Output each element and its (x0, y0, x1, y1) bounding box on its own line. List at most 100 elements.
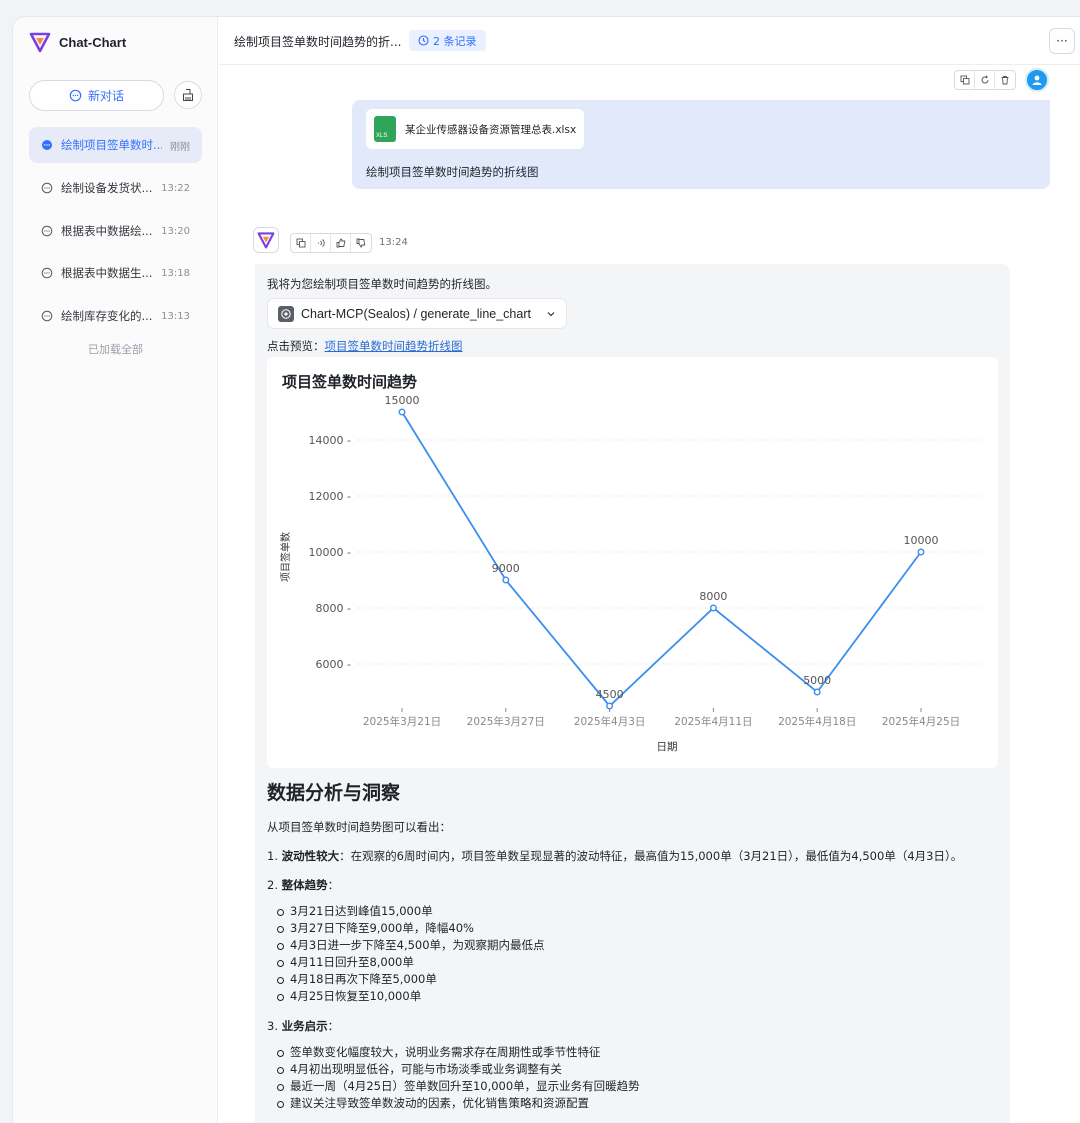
list-item: 3月21日达到峰值15,000单 (277, 903, 987, 920)
excel-file-icon: XLS (374, 116, 396, 142)
point-title: 整体趋势 (281, 878, 328, 892)
history-title: 根据表中数据生... (61, 266, 153, 280)
chat-bubble-icon (41, 267, 53, 279)
assistant-avatar (253, 227, 279, 253)
list-item: 建议关注导致签单数波动的因素，优化销售策略和资源配置 (277, 1095, 987, 1112)
data-points: 15000 9000 4500 8000 5000 10000 (385, 394, 939, 710)
broom-icon (183, 89, 193, 101)
header: 绘制项目签单数时间趋势的折... 2 条记录 ··· (219, 17, 1080, 65)
assistant-message: 我将为您绘制项目签单数时间趋势的折线图。 Chart-MCP(Sealos) /… (255, 264, 1010, 1123)
app-logo: Chat-Chart (29, 31, 126, 53)
assistant-timestamp: 13:24 (379, 237, 408, 248)
history-item[interactable]: 根据表中数据生... 13:18 (29, 255, 202, 291)
analysis-heading: 数据分析与洞察 (267, 782, 401, 804)
preview-line: 点击预览：项目签单数时间趋势折线图 (267, 338, 463, 354)
chat-bubble-icon (41, 182, 53, 194)
history-time: 13:22 (161, 182, 190, 194)
y-axis-label: 项目签单数 (279, 532, 292, 582)
data-label: 10000 (904, 534, 939, 547)
more-options-button[interactable]: ··· (1049, 28, 1075, 54)
dislike-button[interactable] (351, 234, 371, 252)
history-time: 刚刚 (170, 141, 190, 153)
x-tick-label: 2025年3月27日 (467, 715, 545, 728)
point-number: 3. (267, 1019, 282, 1033)
history-item[interactable]: 绘制设备发货状... 13:22 (29, 170, 202, 206)
list-item: 4月18日再次下降至5,000单 (277, 971, 987, 988)
app-logo-icon (29, 32, 51, 53)
thumbs-down-icon (356, 238, 366, 248)
data-point[interactable] (813, 688, 821, 696)
history-time: 13:18 (161, 267, 190, 279)
insight-list: 签单数变化幅度较大，说明业务需求存在周期性或季节性特征 4月初出现明显低谷，可能… (277, 1044, 987, 1112)
more-icon: ··· (1056, 34, 1068, 48)
history-time: 13:20 (161, 225, 190, 237)
list-item: 最近一周（4月25日）签单数回升至10,000单，显示业务有回暖趋势 (277, 1078, 987, 1095)
data-label: 8000 (699, 590, 727, 603)
chevron-down-icon (547, 311, 555, 316)
x-tick-label: 2025年4月18日 (778, 715, 856, 728)
list-item: 4月11日回升至8,000单 (277, 954, 987, 971)
y-tick-label: 6000 - (316, 658, 351, 671)
analysis-section: 数据分析与洞察 从项目签单数时间趋势图可以看出： 1. 波动性较大：在观察的6周… (267, 778, 987, 1123)
attached-file[interactable]: XLS 某企业传感器设备资源管理总表.xlsx (366, 109, 585, 149)
trash-icon (1001, 76, 1009, 85)
file-name: 某企业传感器设备资源管理总表.xlsx (405, 123, 577, 136)
data-label: 9000 (492, 562, 520, 575)
list-item: 3月27日下降至9,000单，降幅40% (277, 920, 987, 937)
point-number: 2. (267, 878, 282, 892)
data-label: 5000 (803, 674, 831, 687)
data-point[interactable] (398, 408, 406, 416)
copy-icon (296, 238, 305, 248)
copy-button[interactable] (291, 234, 311, 252)
history-title: 绘制库存变化的... (61, 309, 153, 323)
records-badge[interactable]: 2 条记录 (409, 30, 486, 51)
list-item: 4月25日恢复至10,000单 (277, 988, 987, 1005)
tool-call-name: Chart-MCP(Sealos) / generate_line_chart (301, 306, 531, 321)
delete-button[interactable] (995, 71, 1015, 89)
trend-list: 3月21日达到峰值15,000单 3月27日下降至9,000单，降幅40% 4月… (277, 903, 987, 1005)
preview-prefix: 点击预览： (267, 339, 325, 353)
mcp-tool-icon (278, 305, 294, 322)
point-text: ：在观察的6周时间内，项目签单数呈现显著的波动特征，最高值为15,000单（3月… (339, 849, 963, 863)
y-tick-label: 14000 - (309, 434, 351, 447)
x-axis: 2025年3月21日 2025年3月27日 2025年4月3日 2025年4月11日 2… (363, 708, 960, 728)
copy-icon (960, 75, 969, 85)
analysis-point-3: 3. 业务启示： (267, 1017, 987, 1035)
history-item[interactable]: 绘制库存变化的... 13:13 (29, 298, 202, 334)
data-point[interactable] (917, 548, 925, 556)
records-count: 2 条记录 (433, 34, 477, 48)
app-name: Chat-Chart (59, 34, 127, 50)
like-button[interactable] (331, 234, 351, 252)
data-point[interactable] (502, 576, 510, 584)
analysis-lead: 从项目签单数时间趋势图可以看出： (267, 820, 451, 834)
chart-card: 项目签单数时间趋势 6000 - 8000 - 10000 - 12000 - 1400… (267, 357, 998, 768)
data-point[interactable] (606, 702, 614, 710)
file-ext-label: XLS (376, 133, 388, 139)
data-label: 15000 (385, 394, 420, 407)
new-chat-button[interactable]: 新对话 (29, 80, 164, 111)
history-item[interactable]: 根据表中数据绘... 13:20 (29, 213, 202, 249)
user-message-text: 绘制项目签单数时间趋势的折线图 (366, 165, 539, 179)
chart-grid (357, 439, 982, 665)
history-item[interactable]: 绘制项目签单数时... 刚刚 (29, 127, 202, 163)
preview-link[interactable]: 项目签单数时间趋势折线图 (325, 339, 463, 353)
user-message-actions (954, 70, 1016, 90)
read-aloud-button[interactable] (311, 234, 331, 252)
retry-button[interactable] (975, 71, 995, 89)
tool-call-dropdown[interactable]: Chart-MCP(Sealos) / generate_line_chart (267, 298, 567, 329)
data-point[interactable] (709, 604, 717, 612)
chat-bubble-icon (69, 89, 82, 102)
assistant-intro: 我将为您绘制项目签单数时间趋势的折线图。 (267, 277, 497, 291)
history-title: 根据表中数据绘... (61, 224, 153, 238)
analysis-point-1: 1. 波动性较大：在观察的6周时间内，项目签单数呈现显著的波动特征，最高值为15… (267, 847, 987, 865)
copy-button[interactable] (955, 71, 975, 89)
list-item: 4月初出现明显低谷，可能与市场淡季或业务调整有关 (277, 1061, 987, 1078)
history-title: 绘制项目签单数时... (61, 138, 162, 152)
y-tick-label: 8000 - (316, 602, 351, 615)
point-suffix: ： (327, 878, 340, 892)
new-chat-label: 新对话 (87, 89, 124, 103)
y-tick-label: 10000 - (309, 546, 351, 559)
clear-history-button[interactable] (174, 81, 202, 109)
point-suffix: ： (327, 1019, 340, 1033)
data-label: 4500 (596, 688, 624, 701)
